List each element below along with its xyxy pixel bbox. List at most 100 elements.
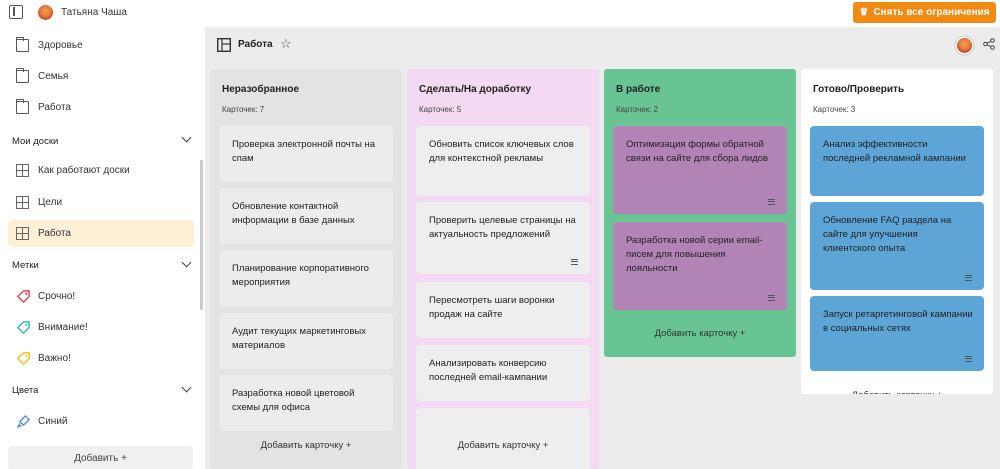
share-icon[interactable]	[983, 38, 995, 50]
task-card[interactable]: Оптимизация формы обратной связи на сайт…	[613, 126, 787, 214]
task-card[interactable]: Обновление FAQ раздела на сайте для улуч…	[810, 202, 984, 290]
folder-icon	[16, 68, 29, 83]
sidebar-folder-family[interactable]: Семья	[8, 63, 194, 90]
sidebar-tag-important[interactable]: Важно!	[8, 345, 194, 372]
task-card[interactable]: Анализировать конверсию последней email-…	[416, 345, 590, 401]
crown-icon: ♛	[859, 7, 869, 18]
add-card-button[interactable]: Добавить карточку +	[604, 328, 796, 339]
sidebar-folder-work[interactable]: Работа	[8, 94, 194, 121]
task-card[interactable]: Проверить целевые страницы на актуальнос…	[416, 202, 590, 274]
task-card[interactable]: Пересмотреть шаги воронки продаж на сайт…	[416, 282, 590, 338]
card-title: Запуск ретаргетинговой кампании в социал…	[823, 309, 973, 334]
section-colors[interactable]: Цвета	[12, 385, 38, 396]
tag-icon	[17, 290, 30, 303]
column-title[interactable]: В работе	[616, 84, 660, 95]
board-column: Готово/Проверить Карточек: 3 Анализ эффект…	[801, 69, 993, 394]
top-bar: Татьяна Чаша ♛ Снять все ограничения	[0, 0, 1000, 27]
card-title: Разработка новой цветовой схемы для офис…	[232, 388, 355, 413]
sidebar-board-work[interactable]: Работа	[8, 220, 194, 247]
description-icon	[571, 259, 578, 265]
sidebar-board-how-boards-work[interactable]: Как работают доски	[8, 157, 194, 184]
column-card-count: Карточек: 3	[813, 105, 856, 114]
card-title: Анализ эффективности последней рекламной…	[823, 139, 966, 164]
column-card-count: Карточек: 2	[616, 105, 659, 114]
board-area: Работа ☆ Неразобранное Карточек: 7 Проверк…	[205, 27, 1000, 469]
description-icon	[768, 199, 775, 205]
sidebar-item-label: Синий	[38, 416, 68, 427]
section-my-boards[interactable]: Мои доски	[12, 136, 58, 147]
column-card-count: Карточек: 5	[419, 105, 462, 114]
sidebar-scrollbar[interactable]	[200, 160, 203, 310]
sidebar-item-label: Работа	[38, 102, 71, 113]
column-title[interactable]: Сделать/На доработку	[419, 84, 531, 95]
card-title: Обновление FAQ раздела на сайте для улуч…	[823, 215, 952, 254]
task-card[interactable]: Планирование корпоративного мероприятия	[219, 250, 393, 306]
task-card[interactable]: Обновление контактной информации в базе …	[219, 188, 393, 244]
app-window: Татьяна Чаша ♛ Снять все ограничения Здо…	[0, 0, 1000, 469]
board-member-avatar[interactable]	[957, 38, 972, 53]
favorite-star-icon[interactable]: ☆	[280, 36, 292, 52]
section-tags[interactable]: Метки	[12, 260, 39, 271]
add-card-button[interactable]: Добавить карточку +	[801, 390, 993, 394]
board-icon	[16, 164, 29, 177]
sidebar-color-blue[interactable]: Синий	[8, 408, 194, 435]
card-title: Обновить список ключевых слов для контек…	[429, 139, 574, 164]
board-icon	[217, 38, 231, 52]
column-title[interactable]: Готово/Проверить	[813, 84, 904, 95]
description-icon	[768, 295, 775, 301]
sidebar-add-button[interactable]: Добавить +	[8, 446, 193, 469]
card-title: Анализировать конверсию последней email-…	[429, 358, 548, 383]
sidebar-item-label: Внимание!	[38, 322, 88, 333]
add-card-button[interactable]: Добавить карточку +	[407, 440, 599, 451]
username: Татьяна Чаша	[61, 7, 127, 18]
sidebar-board-goals[interactable]: Цели	[8, 189, 194, 216]
card-title: Планирование корпоративного мероприятия	[232, 263, 369, 288]
card-title: Проверить целевые страницы на актуальнос…	[429, 215, 576, 240]
board-title: Работа	[238, 39, 273, 50]
board-icon	[16, 196, 29, 209]
chevron-down-icon[interactable]	[181, 257, 192, 268]
card-title: Оптимизация формы обратной связи на сайт…	[626, 139, 769, 164]
description-icon	[965, 356, 972, 362]
tag-icon	[17, 321, 30, 334]
sidebar-tag-attention[interactable]: Внимание!	[8, 314, 194, 341]
sidebar-item-label: Как работают доски	[38, 165, 130, 176]
brush-icon	[17, 415, 30, 428]
column-card-count: Карточек: 7	[222, 105, 265, 114]
task-card[interactable]: Проверка электронной почты на спам	[219, 126, 393, 182]
folder-icon	[16, 99, 29, 114]
sidebar-item-label: Цели	[38, 197, 63, 208]
add-card-button[interactable]: Добавить карточку +	[210, 440, 402, 451]
board-icon	[16, 227, 29, 240]
chevron-down-icon[interactable]	[181, 132, 192, 143]
sidebar: Здоровье Семья Работа Мои доски Как рабо…	[0, 27, 205, 469]
board-column: В работе Карточек: 2 Оптимизация формы обр…	[604, 69, 796, 357]
task-card[interactable]	[416, 408, 590, 469]
sidebar-folder-health[interactable]: Здоровье	[8, 32, 194, 59]
sidebar-item-label: Важно!	[38, 353, 71, 364]
card-title: Разработка новой серии email-писем для п…	[626, 235, 763, 274]
card-title: Аудит текущих маркетинговых материалов	[232, 326, 366, 351]
chevron-down-icon[interactable]	[181, 382, 192, 393]
task-card[interactable]: Разработка новой серии email-писем для п…	[613, 222, 787, 310]
description-icon	[965, 275, 972, 281]
card-title: Обновление контактной информации в базе …	[232, 201, 355, 226]
folder-icon	[16, 37, 29, 52]
card-title: Пересмотреть шаги воронки продаж на сайт…	[429, 295, 555, 320]
sidebar-item-label: Семья	[38, 71, 69, 82]
task-card[interactable]: Разработка новой цветовой схемы для офис…	[219, 375, 393, 431]
upgrade-button[interactable]: ♛ Снять все ограничения	[853, 2, 996, 23]
task-card[interactable]: Аудит текущих маркетинговых материалов	[219, 313, 393, 369]
sidebar-tag-urgent[interactable]: Срочно!	[8, 283, 194, 310]
task-card[interactable]: Запуск ретаргетинговой кампании в социал…	[810, 296, 984, 371]
board-column: Сделать/На доработку Карточек: 5 Обновить …	[407, 69, 599, 469]
sidebar-item-label: Здоровье	[38, 40, 83, 51]
sidebar-toggle-icon[interactable]	[9, 5, 23, 19]
user-avatar[interactable]	[38, 5, 53, 20]
task-card[interactable]: Обновить список ключевых слов для контек…	[416, 126, 590, 196]
column-title[interactable]: Неразобранное	[222, 84, 299, 95]
sidebar-item-label: Работа	[38, 228, 71, 239]
upgrade-button-label: Снять все ограничения	[873, 7, 990, 18]
tag-icon	[17, 352, 30, 365]
task-card[interactable]: Анализ эффективности последней рекламной…	[810, 126, 984, 196]
